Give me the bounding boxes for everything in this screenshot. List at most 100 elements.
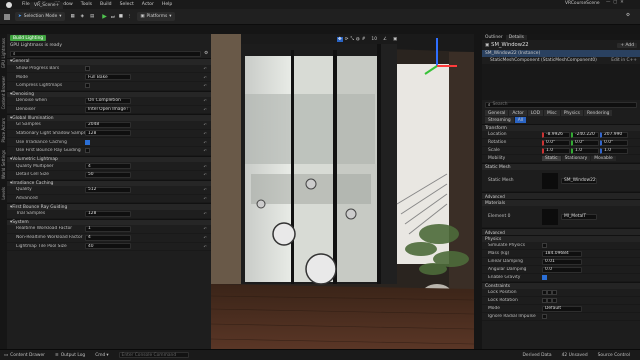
globe-icon[interactable]: ◍ — [356, 37, 360, 42]
platforms-button[interactable]: ▣ Platforms ▾ — [137, 12, 175, 21]
physics-value-field[interactable]: 0.0 — [542, 266, 582, 273]
rotate-tool-icon[interactable]: ⟳ — [345, 37, 349, 42]
physics-section[interactable]: Physics — [482, 235, 640, 242]
value-field[interactable]: 4 — [85, 163, 131, 170]
checkbox[interactable] — [542, 275, 547, 280]
rotation-field[interactable]: 0.0° — [600, 139, 628, 146]
scale-field[interactable]: 1.0 — [571, 147, 599, 154]
scale-field[interactable]: 1.0 — [542, 147, 570, 154]
reset-icon[interactable]: ↶ — [204, 140, 207, 145]
mobility-static[interactable]: Static — [542, 156, 561, 161]
value-field[interactable]: 512 — [85, 186, 131, 193]
value-field[interactable]: 50 — [85, 171, 131, 178]
selection-mode-button[interactable]: ➤ Selection Mode ▾ — [15, 12, 65, 21]
menu-item-build[interactable]: Build — [100, 2, 112, 7]
menu-item-tools[interactable]: Tools — [81, 2, 92, 7]
filter-tab-rendering[interactable]: Rendering — [583, 110, 613, 116]
material-thumbnail[interactable] — [542, 208, 558, 225]
skip-icon[interactable]: ⏭ — [111, 14, 115, 20]
window-controls[interactable]: — ▢ ✕ — [606, 0, 624, 5]
reset-icon[interactable]: ↶ — [204, 98, 207, 103]
reset-icon[interactable]: ↶ — [204, 107, 207, 112]
more-icon[interactable]: ⋮ — [127, 14, 131, 19]
reset-icon[interactable]: ↶ — [204, 83, 207, 88]
lock-z-checkbox[interactable] — [552, 298, 557, 303]
mode-dropdown[interactable]: Default — [542, 305, 582, 312]
value-field[interactable]: 128 — [85, 130, 131, 137]
settings-icon[interactable]: ⚙ — [204, 51, 208, 56]
filter-tab-streaming[interactable]: Streaming — [485, 117, 514, 123]
left-tab-0[interactable]: GPU Lightmass — [1, 38, 6, 68]
details-search-input[interactable]: ⌕ Search — [485, 101, 637, 108]
material-picker[interactable]: MI_MetalT — [561, 213, 597, 220]
move-tool-icon[interactable]: ✥ — [337, 36, 343, 42]
mesh-thumbnail[interactable] — [542, 172, 558, 189]
left-tab-2[interactable]: Place Actors — [1, 118, 6, 143]
menu-item-select[interactable]: Select — [120, 2, 134, 7]
details-tab[interactable]: Details — [505, 34, 527, 40]
value-field[interactable]: 4 — [85, 234, 131, 241]
filter-tab-physics[interactable]: Physics — [560, 110, 583, 116]
menu-item-help[interactable]: Help — [162, 2, 172, 7]
menu-item-actor[interactable]: Actor — [142, 2, 154, 7]
content-drawer-button[interactable]: ▭ Content Drawer — [4, 353, 45, 358]
stop-icon[interactable]: ■ — [119, 14, 123, 19]
checkbox[interactable] — [542, 243, 547, 248]
value-field[interactable]: On Completion — [85, 97, 131, 104]
reset-icon[interactable]: ↶ — [204, 196, 207, 201]
left-tab-4[interactable]: Levels — [1, 187, 6, 200]
reset-icon[interactable]: ↶ — [204, 122, 207, 127]
angle-snap-icon[interactable]: ∠ — [383, 37, 387, 42]
mobility-movable[interactable]: Movable — [591, 156, 616, 161]
derived-data-button[interactable]: Derived Data — [523, 353, 552, 358]
value-field[interactable]: 2048 — [85, 121, 131, 128]
advanced-toggle[interactable]: Advanced — [482, 192, 640, 199]
instance-row[interactable]: SM_Window22 (Instance) — [485, 51, 540, 56]
physics-value-field[interactable]: 184.09684 — [542, 250, 582, 257]
build-lighting-button[interactable]: Build Lighting — [10, 35, 47, 41]
reset-icon[interactable]: ↶ — [204, 148, 207, 153]
filter-tab-misc[interactable]: Misc — [544, 110, 560, 116]
filter-tab-actor[interactable]: Actor — [509, 110, 527, 116]
lock-z-checkbox[interactable] — [552, 290, 557, 295]
reset-icon[interactable]: ↶ — [204, 211, 207, 216]
filter-tab-lod[interactable]: LOD — [527, 110, 544, 116]
cmd-dropdown[interactable]: Cmd ▾ — [95, 353, 108, 358]
save-icon[interactable] — [4, 13, 10, 20]
filter-tab-general[interactable]: General — [485, 110, 509, 116]
value-field[interactable]: Full Bake — [85, 74, 131, 81]
value-field[interactable]: 128 — [85, 210, 131, 217]
source-control-button[interactable]: Source Control — [598, 353, 630, 358]
grid-snap-icon[interactable]: # — [362, 37, 366, 42]
snap-value-icon[interactable]: 10 — [371, 37, 377, 42]
location-field[interactable]: -240.220 — [571, 131, 599, 138]
physics-value-field[interactable]: 0.01 — [542, 258, 582, 265]
unsaved-button[interactable]: 42 Unsaved — [562, 353, 588, 358]
output-log-button[interactable]: ≡ Output Log — [55, 353, 85, 358]
sequence-icon[interactable]: ▤ — [90, 14, 94, 19]
settings-icon[interactable]: ⚙ — [626, 13, 630, 18]
static-mesh-picker[interactable]: SM_Window22 — [561, 177, 597, 184]
reset-icon[interactable]: ↶ — [204, 131, 207, 136]
level-tab[interactable]: VR_Scene+ — [30, 2, 64, 9]
rotation-field[interactable]: 0.0° — [542, 139, 570, 146]
value-field[interactable]: 1 — [85, 225, 131, 232]
static-mesh-section[interactable]: Static Mesh — [482, 163, 640, 170]
scale-tool-icon[interactable]: ⤡ — [350, 36, 354, 42]
materials-section[interactable]: Materials — [482, 199, 640, 206]
component-row[interactable]: StaticMeshComponent (StaticMeshComponent… — [490, 58, 597, 63]
transform-section[interactable]: Transform — [482, 124, 640, 131]
filter-tab-all[interactable]: All — [514, 117, 527, 123]
scale-field[interactable]: 1.0 — [600, 147, 628, 154]
console-input[interactable]: Enter Console Command — [118, 352, 189, 358]
search-input[interactable]: ⌕ — [10, 50, 202, 57]
checkbox[interactable] — [85, 139, 90, 145]
reset-icon[interactable]: ↶ — [204, 235, 207, 240]
location-field[interactable]: 207.990 — [600, 131, 628, 138]
checkbox[interactable] — [85, 65, 90, 71]
mobility-stationary[interactable]: Stationary — [561, 156, 591, 161]
reset-icon[interactable]: ↶ — [204, 187, 207, 192]
value-field[interactable]: 40 — [85, 243, 131, 250]
camera-speed-icon[interactable]: ▣ — [393, 37, 397, 42]
left-tab-3[interactable]: World Settings — [1, 150, 6, 179]
